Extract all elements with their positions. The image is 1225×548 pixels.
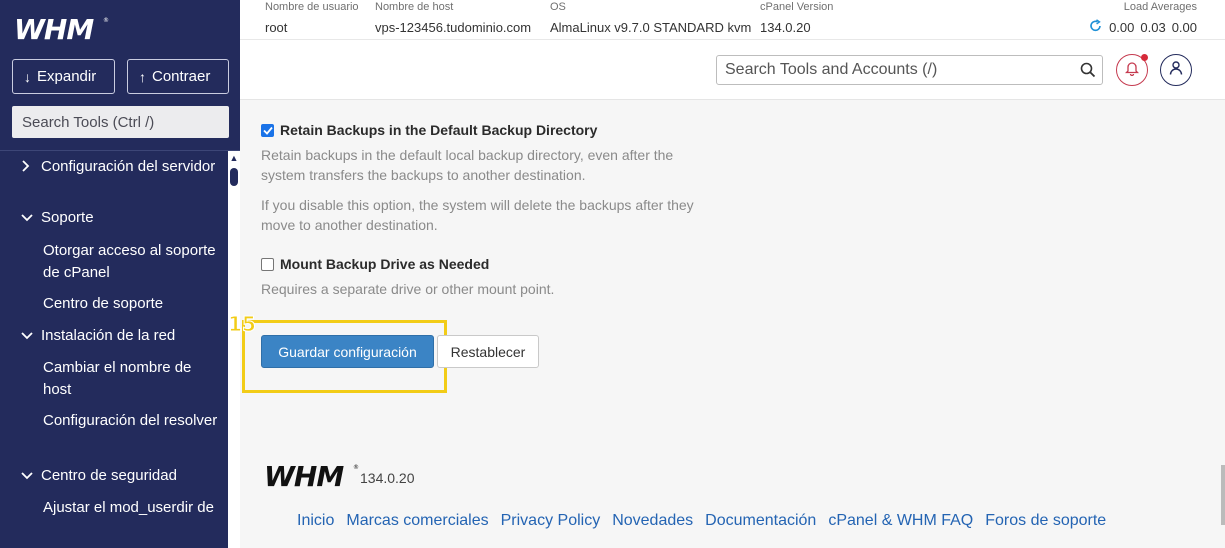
footer-link-foros[interactable]: Foros de soporte — [985, 512, 1106, 530]
sidebar-scrollbar[interactable] — [228, 151, 240, 548]
cpanel-version-key: cPanel Version — [760, 1, 834, 13]
reset-button[interactable]: Restablecer — [437, 335, 539, 368]
footer-link-marcas[interactable]: Marcas comerciales — [346, 512, 488, 530]
footer-link-inicio[interactable]: Inicio — [297, 512, 334, 530]
sidebar-item-label: Configuración del servidor — [41, 158, 216, 175]
footer-whm-logo[interactable]: WHM ® — [264, 460, 359, 496]
footer-link-faq[interactable]: cPanel & WHM FAQ — [828, 512, 973, 530]
username-value: root — [265, 20, 288, 35]
chevron-right-icon — [21, 157, 33, 179]
chevron-down-icon — [21, 326, 33, 348]
username-key: Nombre de usuario — [265, 1, 359, 13]
arrow-down-icon: ↓ — [24, 68, 31, 85]
footer-link-privacy[interactable]: Privacy Policy — [501, 512, 601, 530]
page-scrollbar[interactable] — [1221, 465, 1225, 525]
retain-backups-warning: If you disable this option, the system w… — [261, 197, 694, 233]
retain-backups-option: Retain Backups in the Default Backup Dir… — [261, 122, 597, 138]
search-icon[interactable] — [1080, 62, 1096, 78]
sidebar-item-soporte[interactable]: Soporte — [0, 207, 228, 229]
mount-backup-checkbox[interactable] — [261, 257, 274, 271]
bell-icon — [1124, 60, 1140, 81]
os-value: AlmaLinux v9.7.0 STANDARD kvm — [550, 20, 752, 35]
sidebar-nav: Configuración del servidor Soporte Otorg… — [0, 151, 228, 548]
sidebar-item-label: Instalación de la red — [41, 327, 176, 344]
notification-dot — [1141, 54, 1148, 61]
collapse-button[interactable]: ↑ Contraer — [127, 59, 229, 94]
tools-accounts-search-input[interactable] — [716, 55, 1103, 85]
load-15min: 0.00 — [1171, 20, 1197, 35]
load-averages-value: 0.00 0.03 0.00 — [1089, 19, 1197, 37]
expand-label: Expandir — [37, 68, 97, 85]
sidebar-subitem-resolver[interactable]: Configuración del resolver — [43, 410, 218, 432]
sidebar-subitem-mod-userdir[interactable]: Ajustar el mod_userdir de — [43, 497, 218, 519]
sidebar-item-label: Centro de seguridad — [41, 467, 177, 484]
server-info-bar: Nombre de usuario root Nombre de host vp… — [240, 0, 1225, 40]
whm-logo[interactable]: WHM ® — [14, 14, 114, 44]
retain-backups-description: Retain backups in the default local back… — [261, 147, 674, 183]
header — [240, 40, 1225, 100]
collapse-label: Contraer — [152, 68, 211, 85]
sidebar-subitem-cambiar-hostname[interactable]: Cambiar el nombre de host — [43, 357, 218, 401]
scroll-up-icon[interactable]: ▲ — [228, 153, 240, 163]
mount-backup-description: Requires a separate drive or other mount… — [261, 281, 555, 297]
hostname-info: Nombre de host vps-123456.tudominio.com — [375, 0, 531, 37]
svg-text:WHM: WHM — [264, 461, 344, 491]
cpanel-version-value: 134.0.20 — [760, 20, 811, 35]
sidebar-subitem-centro-soporte[interactable]: Centro de soporte — [43, 293, 218, 315]
footer-links: Inicio Marcas comerciales Privacy Policy… — [297, 512, 1118, 530]
sidebar-item-label: Soporte — [41, 209, 94, 226]
arrow-up-icon: ↑ — [139, 68, 146, 85]
main-content: Retain Backups in the Default Backup Dir… — [228, 101, 1225, 548]
annotation-number: 15 — [228, 312, 257, 337]
footer-version: 134.0.20 — [360, 470, 415, 486]
chevron-down-icon — [21, 466, 33, 488]
whm-app: WHM ® ↓ Expandir ↑ Contraer Configuració… — [0, 0, 1225, 548]
refresh-icon[interactable] — [1089, 19, 1103, 37]
footer-link-novedades[interactable]: Novedades — [612, 512, 693, 530]
hostname-key: Nombre de host — [375, 1, 454, 13]
user-menu-button[interactable] — [1160, 54, 1192, 86]
footer-link-documentacion[interactable]: Documentación — [705, 512, 816, 530]
mount-backup-option: Mount Backup Drive as Needed — [261, 256, 489, 272]
svg-text:®: ® — [353, 464, 359, 471]
os-key: OS — [550, 1, 566, 13]
svg-text:®: ® — [103, 17, 109, 24]
save-configuration-button[interactable]: Guardar configuración — [261, 335, 434, 368]
sidebar-search-input[interactable] — [12, 106, 229, 138]
sidebar-subitem-otorgar-acceso[interactable]: Otorgar acceso al soporte de cPanel — [43, 240, 218, 284]
mount-backup-label[interactable]: Mount Backup Drive as Needed — [280, 256, 489, 272]
username-info: Nombre de usuario root — [265, 0, 359, 37]
sidebar-item-configuracion-servidor[interactable]: Configuración del servidor — [0, 156, 228, 200]
retain-backups-label[interactable]: Retain Backups in the Default Backup Dir… — [280, 122, 597, 138]
sidebar-scroll-thumb[interactable] — [230, 168, 238, 186]
retain-backups-checkbox[interactable] — [261, 123, 274, 137]
sidebar-item-instalacion-red[interactable]: Instalación de la red — [0, 325, 228, 347]
load-averages-key: Load Averages — [1123, 1, 1197, 13]
hostname-value: vps-123456.tudominio.com — [375, 20, 532, 35]
svg-text:WHM: WHM — [14, 14, 94, 44]
cpanel-version-info: cPanel Version 134.0.20 — [760, 0, 833, 37]
os-info: OS AlmaLinux v9.7.0 STANDARD kvm — [550, 0, 751, 37]
sidebar: WHM ® ↓ Expandir ↑ Contraer Configuració… — [0, 0, 240, 548]
load-1min: 0.00 — [1109, 20, 1135, 35]
load-5min: 0.03 — [1140, 20, 1166, 35]
expand-button[interactable]: ↓ Expandir — [12, 59, 115, 94]
chevron-down-icon — [21, 208, 33, 230]
sidebar-item-centro-seguridad[interactable]: Centro de seguridad — [0, 465, 228, 487]
user-icon — [1168, 60, 1184, 81]
